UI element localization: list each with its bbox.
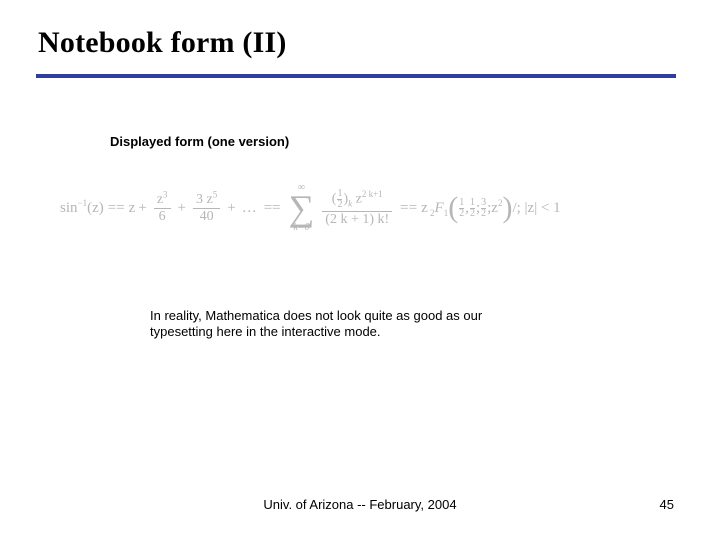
slide: Notebook form (II) Displayed form (one v…	[0, 0, 720, 540]
summation-term: (12)k z2 k+1 (2 k + 1) k!	[322, 188, 392, 228]
body-note: In reality, Mathematica does not look qu…	[150, 308, 490, 341]
title-underline	[36, 74, 676, 78]
summation: ∞ ∑ k=0	[289, 183, 315, 233]
fraction-z3-6: z3 6	[154, 192, 171, 225]
slide-title: Notebook form (II)	[38, 26, 287, 60]
page-number: 45	[660, 497, 674, 512]
formula: sin−1(z) == z + z3 6 + 3 z5 40 + … == ∞ …	[60, 170, 660, 246]
footer-center: Univ. of Arizona -- February, 2004	[0, 497, 720, 512]
subheading: Displayed form (one version)	[110, 134, 289, 149]
fraction-3z5-40: 3 z5 40	[193, 192, 220, 225]
